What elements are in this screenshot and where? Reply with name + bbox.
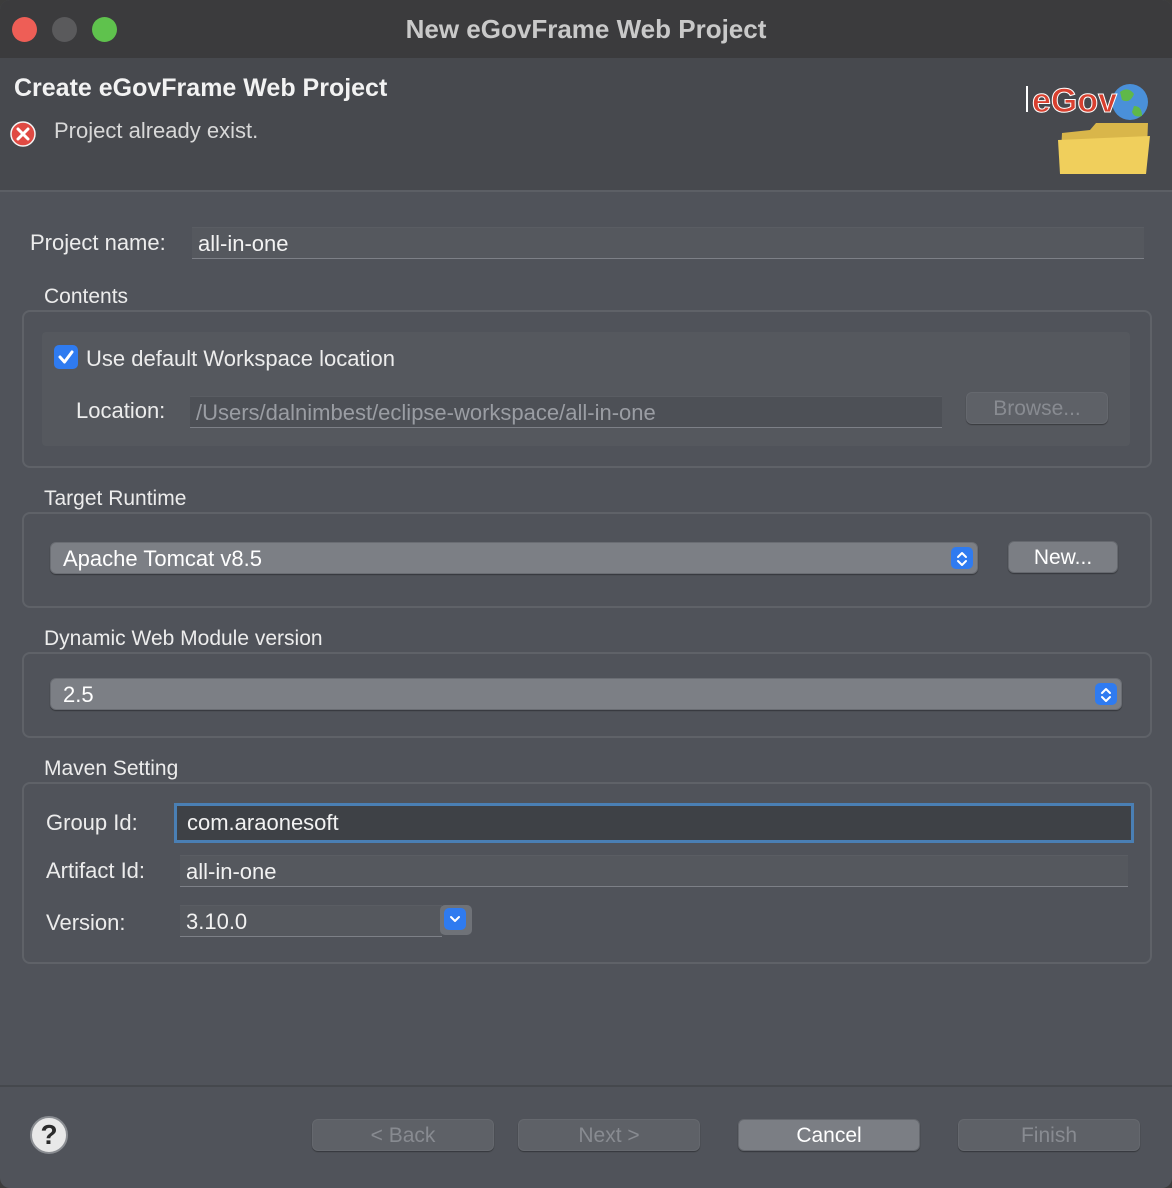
checkmark-icon <box>58 350 74 364</box>
artifact-id-label: Artifact Id: <box>46 858 146 883</box>
help-button[interactable]: ? <box>30 1116 68 1154</box>
title-bar: New eGovFrame Web Project <box>0 0 1172 59</box>
updown-chevron-icon <box>951 547 973 569</box>
artifact-id-input[interactable]: all-in-one <box>180 855 1128 887</box>
use-default-location-checkbox[interactable] <box>54 345 78 369</box>
dynamic-web-module-section-title: Dynamic Web Module version <box>44 627 323 650</box>
footer-separator <box>0 1085 1172 1087</box>
next-button[interactable]: Next > <box>518 1119 700 1151</box>
wizard-header: Create eGovFrame Web Project Project alr… <box>0 58 1172 192</box>
location-input[interactable]: /Users/dalnimbest/eclipse-workspace/all-… <box>190 396 942 428</box>
browse-button[interactable]: Browse... <box>966 392 1108 424</box>
group-id-label: Group Id: <box>46 810 138 835</box>
version-input[interactable]: 3.10.0 <box>180 905 442 937</box>
error-icon <box>10 121 36 147</box>
logo-text: eGov <box>1032 82 1117 120</box>
target-runtime-value: Apache Tomcat v8.5 <box>63 546 262 571</box>
window-title: New eGovFrame Web Project <box>405 14 767 44</box>
target-runtime-section-title: Target Runtime <box>44 487 187 510</box>
version-label: Version: <box>46 910 126 935</box>
page-title: Create eGovFrame Web Project <box>14 74 388 102</box>
dialog-window: New eGovFrame Web Project Create eGovFra… <box>0 0 1172 1188</box>
cancel-button[interactable]: Cancel <box>738 1119 920 1151</box>
project-name-label: Project name: <box>30 230 166 255</box>
updown-chevron-icon <box>1095 683 1117 705</box>
location-label: Location: <box>76 398 166 423</box>
egov-logo: eGov <box>1026 82 1150 174</box>
contents-group <box>22 310 1152 468</box>
version-dropdown-button[interactable] <box>440 905 472 935</box>
contents-section-title: Contents <box>44 285 129 308</box>
dynamic-web-module-value: 2.5 <box>63 682 94 707</box>
maven-section-title: Maven Setting <box>44 757 179 780</box>
error-message: Project already exist. <box>54 118 259 143</box>
use-default-location-label: Use default Workspace location <box>86 346 395 371</box>
target-runtime-select[interactable]: Apache Tomcat v8.5 <box>50 542 978 574</box>
new-runtime-button[interactable]: New... <box>1008 541 1118 573</box>
finish-button[interactable]: Finish <box>958 1119 1140 1151</box>
project-name-input[interactable]: all-in-one <box>192 227 1144 259</box>
chevron-down-icon <box>444 908 466 930</box>
group-id-input[interactable]: com.araonesoft <box>174 803 1134 843</box>
back-button[interactable]: < Back <box>312 1119 494 1151</box>
dynamic-web-module-select[interactable]: 2.5 <box>50 678 1122 710</box>
